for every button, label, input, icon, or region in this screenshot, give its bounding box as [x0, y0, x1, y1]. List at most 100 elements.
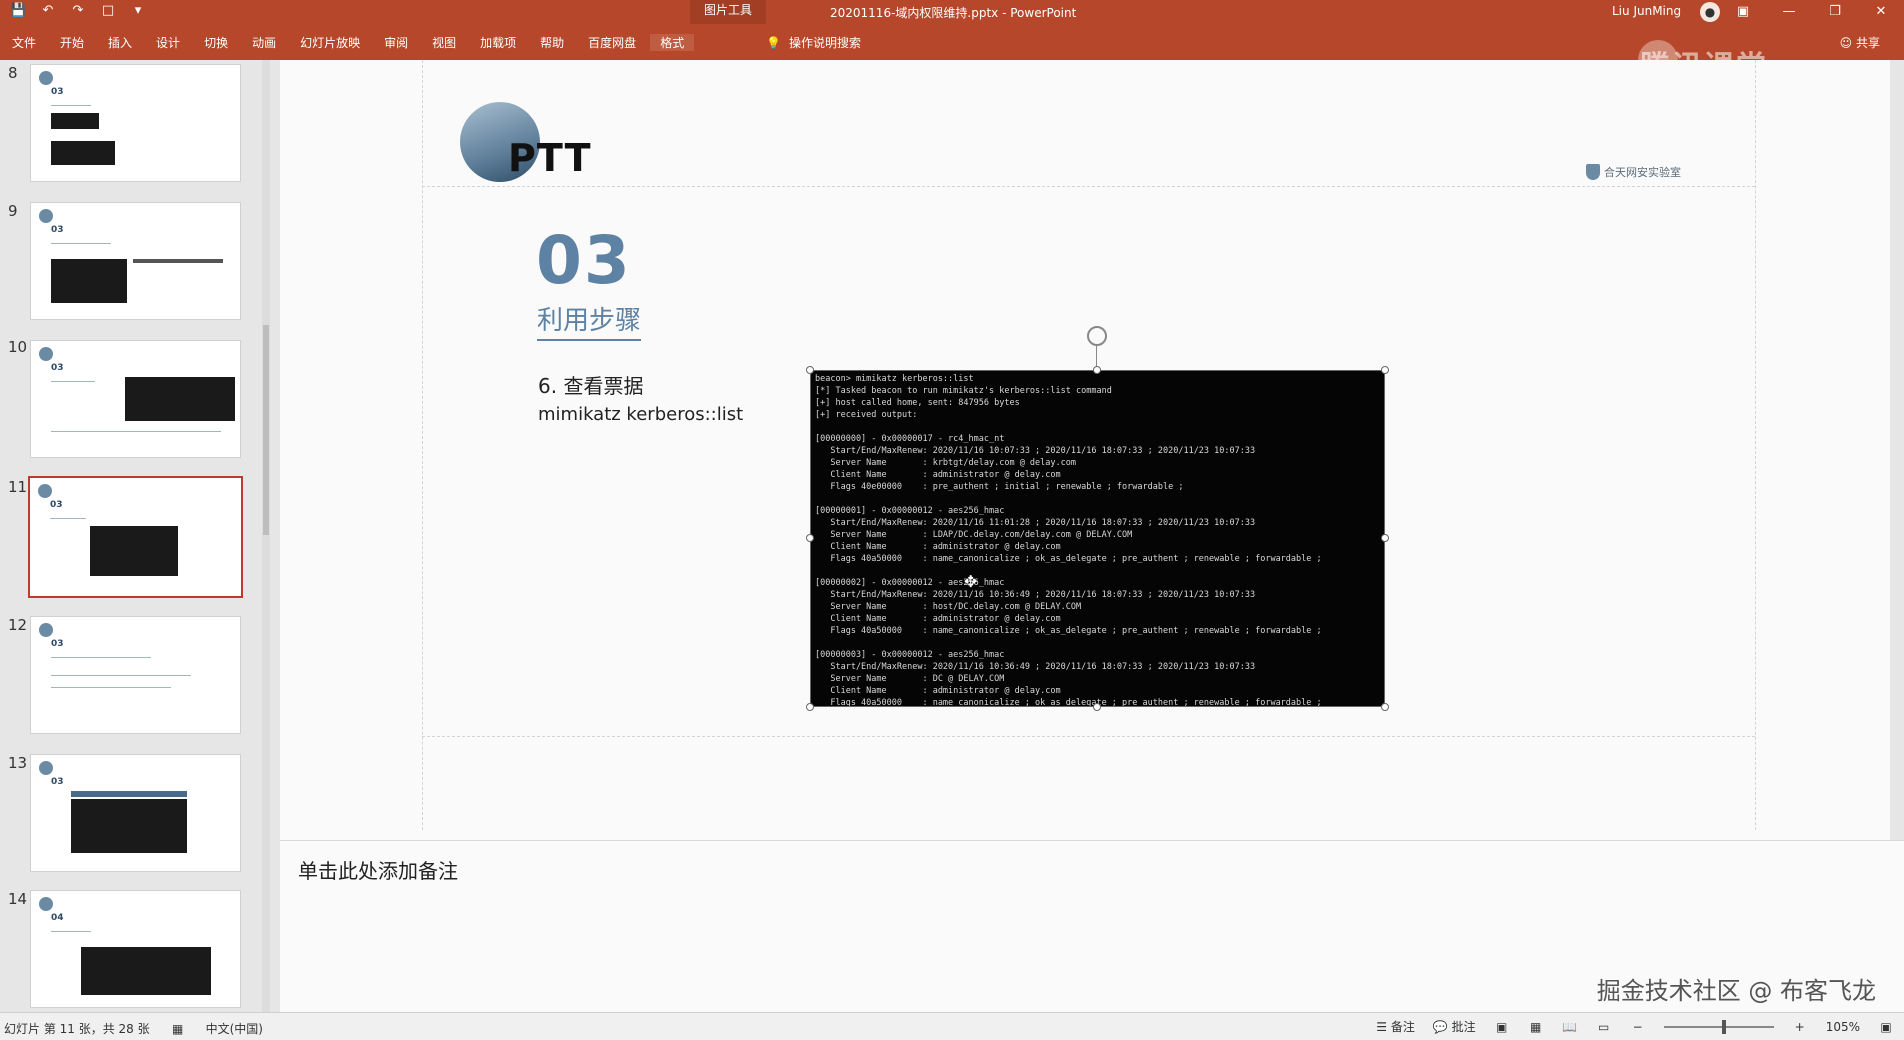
section-number[interactable]: 03 [536, 222, 632, 299]
tab-baidu-netdisk[interactable]: 百度网盘 [588, 34, 636, 51]
redo-icon[interactable]: ↷ [70, 3, 86, 19]
language-indicator[interactable]: 中文(中国) [206, 1020, 263, 1037]
slide-thumbnail[interactable]: 03 [30, 616, 241, 734]
zoom-slider-knob[interactable] [1721, 1019, 1726, 1034]
thumb-image [51, 113, 99, 129]
thumb-section: 03 [51, 225, 64, 235]
thumb-logo-icon [39, 347, 53, 361]
zoom-level[interactable]: 105% [1826, 1020, 1860, 1034]
reading-view-icon[interactable]: 📖 [1562, 1020, 1578, 1034]
watermark: 掘金技术社区 @ 布客飞龙 [1596, 977, 1876, 1005]
ribbon-display-options-icon[interactable]: ▣ [1720, 0, 1766, 24]
tab-format[interactable]: 格式 [650, 34, 695, 51]
notes-pane[interactable]: 单击此处添加备注 掘金技术社区 @ 布客飞龙 [280, 840, 1904, 1012]
resize-handle-left[interactable] [806, 534, 814, 542]
slide-thumbnail[interactable]: 03 [30, 340, 241, 458]
rotate-handle-icon[interactable] [1087, 326, 1107, 346]
tab-view[interactable]: 视图 [432, 34, 456, 51]
thumb-logo-icon [39, 761, 53, 775]
fit-to-window-icon[interactable]: ▣ [1878, 1020, 1894, 1034]
resize-handle-right[interactable] [1381, 534, 1389, 542]
resize-handle-top-left[interactable] [806, 366, 814, 374]
tab-help[interactable]: 帮助 [540, 34, 564, 51]
thumb-logo-icon [38, 484, 52, 498]
tell-me-search[interactable]: 💡 操作说明搜索 [766, 34, 861, 51]
thumb-number: 14 [8, 890, 28, 908]
resize-handle-top-right[interactable] [1381, 366, 1389, 374]
thumb-section: 03 [51, 363, 64, 373]
zoom-out-icon[interactable]: − [1630, 1020, 1646, 1034]
tab-file[interactable]: 文件 [12, 34, 36, 51]
zoom-slider[interactable] [1663, 1019, 1774, 1034]
tab-addins[interactable]: 加载项 [480, 34, 516, 51]
tab-design[interactable]: 设计 [156, 34, 180, 51]
tab-slideshow[interactable]: 幻灯片放映 [300, 34, 360, 51]
restore-icon[interactable]: ❐ [1812, 0, 1858, 24]
person-icon: ☺ [1839, 36, 1853, 50]
resize-handle-bottom[interactable] [1093, 703, 1101, 711]
lab-logo-text: 合天网安实验室 [1604, 166, 1681, 179]
thumb-logo-icon [39, 897, 53, 911]
normal-view-icon[interactable]: ▣ [1494, 1020, 1510, 1034]
picture-tools-context-label: 图片工具 [690, 0, 767, 24]
avatar[interactable]: ● [1700, 2, 1720, 22]
slide-sorter-view-icon[interactable]: ▦ [1528, 1020, 1544, 1034]
notes-toggle-button[interactable]: ☰ 备注 [1376, 1018, 1415, 1035]
terminal-screenshot-image[interactable]: beacon> mimikatz kerberos::list [*] Task… [810, 370, 1385, 707]
comments-toggle-button[interactable]: 💬 批注 [1433, 1018, 1476, 1035]
present-from-start-icon[interactable]: □ [100, 3, 116, 19]
resize-handle-bottom-right[interactable] [1381, 703, 1389, 711]
thumb-number: 8 [8, 64, 18, 82]
slide-thumbnail[interactable]: 03 [30, 202, 241, 320]
notes-placeholder[interactable]: 单击此处添加备注 [298, 855, 458, 884]
thumb-line [51, 381, 95, 382]
tab-animations[interactable]: 动画 [252, 34, 276, 51]
thumb-section: 03 [50, 500, 63, 510]
comments-label: 批注 [1451, 1020, 1476, 1034]
thumbnail-scrollbar[interactable] [262, 60, 270, 1012]
step-title[interactable]: 6. 查看票据 [538, 370, 643, 399]
tab-insert[interactable]: 插入 [108, 34, 132, 51]
section-title[interactable]: 利用步骤 [537, 300, 642, 341]
slide-counter: 幻灯片 第 11 张，共 28 张 [4, 1022, 150, 1036]
thumb-section: 03 [51, 777, 64, 787]
minimize-icon[interactable]: — [1766, 0, 1812, 24]
tab-home[interactable]: 开始 [60, 34, 84, 51]
close-icon[interactable]: ✕ [1858, 0, 1904, 24]
step-command[interactable]: mimikatz kerberos::list [538, 404, 743, 425]
slide-thumbnail[interactable]: 03 [30, 754, 241, 872]
thumb-line [51, 675, 191, 676]
thumb-line [51, 687, 171, 688]
guide-line [1755, 60, 1756, 830]
slide-thumbnail-selected[interactable]: 03 [28, 476, 243, 598]
resize-handle-bottom-left[interactable] [806, 703, 814, 711]
customize-qat-icon[interactable]: ▾ [130, 3, 146, 19]
thumb-logo-icon [39, 623, 53, 637]
thumb-number: 13 [8, 754, 28, 772]
thumb-number: 10 [8, 338, 28, 356]
lightbulb-icon: 💡 [766, 35, 781, 50]
slide-logo-text[interactable]: PTT [508, 136, 592, 180]
undo-icon[interactable]: ↶ [40, 3, 56, 19]
terminal-output: beacon> mimikatz kerberos::list [*] Task… [815, 374, 1322, 707]
accessibility-icon[interactable]: ▦ [170, 1022, 186, 1036]
notes-label: 备注 [1390, 1020, 1415, 1034]
share-button[interactable]: ☺ 共享 [1840, 34, 1880, 51]
guide-line [422, 736, 1755, 737]
slide-thumbnail[interactable]: 04 [30, 890, 241, 1008]
save-icon[interactable]: 💾 [10, 3, 26, 19]
user-name[interactable]: Liu JunMing [1612, 4, 1681, 18]
ribbon-tabs: 文件 开始 插入 设计 切换 动画 幻灯片放映 审阅 视图 加载项 帮助 百度网… [12, 34, 718, 51]
thumb-image [71, 791, 187, 797]
slideshow-view-icon[interactable]: ▭ [1596, 1020, 1612, 1034]
ribbon-tab-row: 文件 开始 插入 设计 切换 动画 幻灯片放映 审阅 视图 加载项 帮助 百度网… [0, 24, 1904, 85]
zoom-in-icon[interactable]: + [1792, 1020, 1808, 1034]
tab-review[interactable]: 审阅 [384, 34, 408, 51]
thumb-image [81, 947, 211, 995]
resize-handle-top[interactable] [1093, 366, 1101, 374]
thumb-logo-icon [39, 71, 53, 85]
thumbnail-scroll-knob[interactable] [263, 325, 269, 535]
lab-logo: 合天网安实验室 [1586, 164, 1681, 180]
tab-transitions[interactable]: 切换 [204, 34, 228, 51]
slide-thumbnail[interactable]: 03 [30, 64, 241, 182]
